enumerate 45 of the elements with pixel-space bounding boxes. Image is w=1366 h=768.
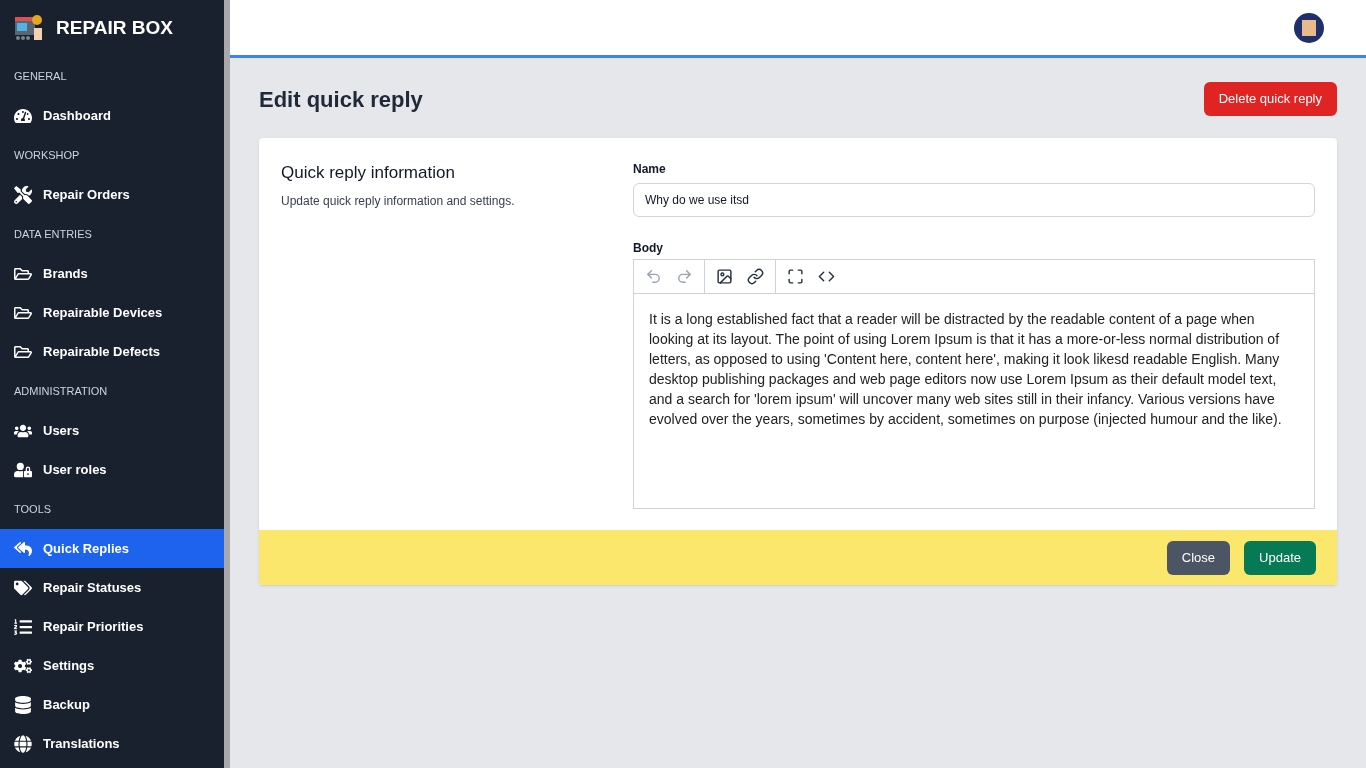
field-label: Name bbox=[633, 161, 667, 178]
section-heading: DATA ENTRIES bbox=[13, 226, 93, 242]
nav-item[interactable]: Brands bbox=[0, 254, 224, 293]
nav-item[interactable]: Quick Replies bbox=[0, 529, 224, 568]
field-label: Body bbox=[633, 240, 664, 257]
logo-icon bbox=[14, 14, 44, 42]
delete-button[interactable]: Delete quick reply bbox=[1203, 82, 1337, 116]
image-icon bbox=[716, 268, 733, 285]
nav-item[interactable]: Translations bbox=[0, 724, 224, 763]
nav-item[interactable]: Dashboard bbox=[0, 96, 224, 135]
nav-item[interactable]: Repair Statuses bbox=[0, 568, 224, 607]
globe-icon bbox=[14, 734, 32, 753]
undo-icon bbox=[645, 268, 662, 285]
update-button[interactable]: Update bbox=[1244, 540, 1316, 575]
redo-icon bbox=[676, 268, 693, 285]
tools-icon bbox=[14, 185, 32, 204]
section-heading: ADMINISTRATION bbox=[13, 383, 109, 399]
nav-item[interactable]: Repairable Devices bbox=[0, 293, 224, 332]
database-icon bbox=[14, 695, 32, 714]
page-title: Edit quick reply bbox=[259, 85, 423, 114]
link-icon bbox=[747, 268, 764, 285]
nav-item[interactable]: User roles bbox=[0, 450, 224, 489]
brand-name: REPAIR BOX bbox=[56, 15, 173, 40]
nav-item[interactable]: Repairable Defects bbox=[0, 332, 224, 371]
numbered-list-icon bbox=[14, 617, 32, 636]
name-field[interactable]: Why do we use itsd bbox=[633, 183, 1315, 217]
tags-icon bbox=[14, 578, 32, 597]
section-heading: TOOLS bbox=[13, 501, 53, 517]
close-button[interactable]: Close bbox=[1166, 540, 1231, 575]
nav-item[interactable]: Repair Orders bbox=[0, 175, 224, 214]
settings-icon bbox=[14, 656, 32, 675]
reply-all-icon bbox=[14, 539, 32, 558]
gauge-icon bbox=[14, 106, 32, 125]
nav-item[interactable]: Backup bbox=[0, 685, 224, 724]
section-title: Quick reply information bbox=[281, 162, 456, 184]
avatar[interactable] bbox=[1294, 12, 1324, 43]
section-heading: WORKSHOP bbox=[13, 147, 81, 163]
nav-item[interactable]: Settings bbox=[0, 646, 224, 685]
fullscreen-icon bbox=[787, 268, 804, 285]
nav-item[interactable]: Users bbox=[0, 411, 224, 450]
nav-item[interactable]: Repair Priorities bbox=[0, 607, 224, 646]
section-description: Update quick reply information and settings. bbox=[281, 192, 516, 210]
body-text[interactable]: It is a long established fact that a reader will be distracted by the readable content of a page when looking at its layout. The point of using Lorem Ipsum is that it has a more-or-less normal distribution of letters, as opposed to using 'Content here, content here', making it look likesd readable English. Many desktop publishing packages and web page editors now use Lorem Ipsum as their default model text, and a search for 'lorem ipsum' will uncover many web sites still in their infancy. Various versions have evolved over the years, sometimes by accident, sometimes on purpose (injected humour and the like). bbox=[634, 294, 1314, 508]
section-heading: GENERAL bbox=[13, 68, 68, 84]
user-lock-icon bbox=[14, 460, 32, 479]
